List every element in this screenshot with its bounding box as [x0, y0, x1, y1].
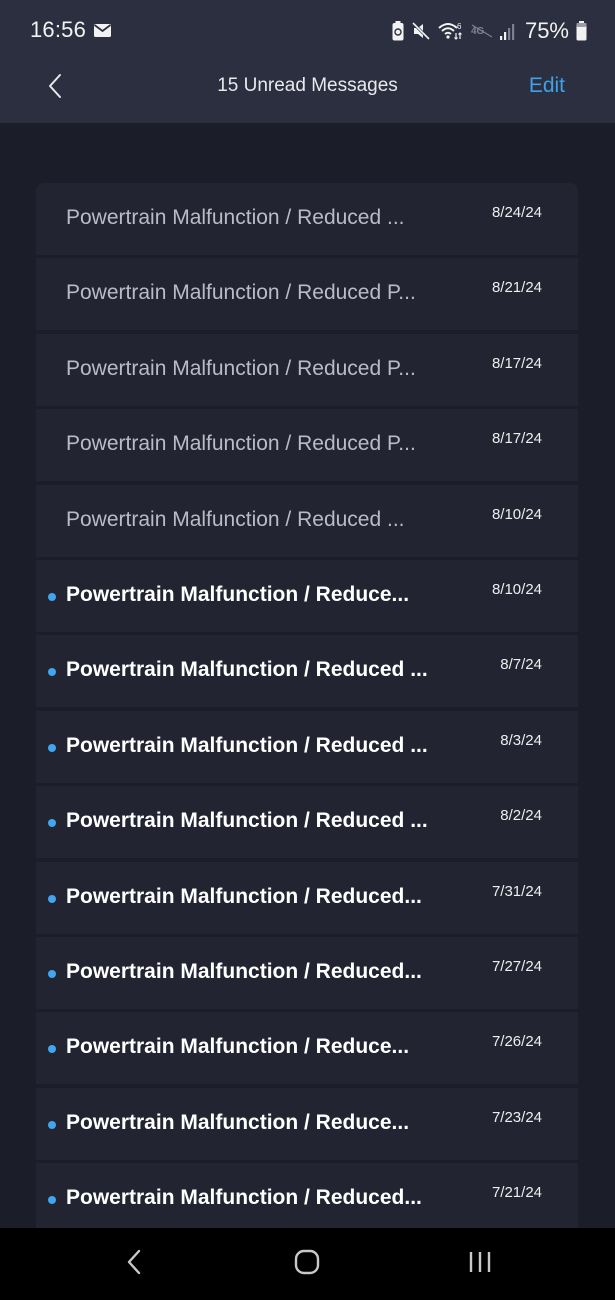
mute-icon	[411, 21, 431, 41]
status-time: 16:56	[30, 17, 87, 42]
unread-dot-icon	[48, 1045, 56, 1054]
message-row[interactable]: Powertrain Malfunction / Reduced P... 8/2…	[36, 258, 578, 331]
message-row[interactable]: Powertrain Malfunction / Reduced... 7/27/…	[36, 936, 578, 1009]
message-subject: Powertrain Malfunction / Reduced...	[66, 959, 422, 983]
message-subject: Powertrain Malfunction / Reduce...	[66, 582, 410, 606]
message-subject: Powertrain Malfunction / Reduce...	[66, 1035, 410, 1059]
message-subject: Powertrain Malfunction / Reduced ...	[66, 658, 428, 682]
message-row[interactable]: Powertrain Malfunction / Reduced ... 8/24…	[36, 183, 578, 255]
svg-text:6: 6	[457, 22, 462, 31]
message-row[interactable]: Powertrain Malfunction / Reduced ... 8/2/…	[36, 786, 578, 859]
message-row[interactable]: Powertrain Malfunction / Reduced... 7/21/…	[36, 1163, 578, 1228]
4g-disabled-icon: 4G	[471, 24, 493, 38]
unread-dot-icon	[48, 668, 56, 677]
wifi-6-icon: 6	[438, 21, 464, 41]
page-title: 15 Unread Messages	[217, 75, 398, 96]
message-date: 7/26/24	[491, 1033, 542, 1051]
unread-dot-icon	[48, 1120, 56, 1129]
message-subject: Powertrain Malfunction / Reduced P...	[66, 356, 416, 380]
system-nav-bar	[0, 1228, 615, 1300]
message-row[interactable]: Powertrain Malfunction / Reduce... 7/26/2…	[36, 1012, 578, 1085]
message-row[interactable]: Powertrain Malfunction / Reduced ... 8/10…	[36, 484, 578, 557]
message-subject: Powertrain Malfunction / Reduced ...	[66, 507, 405, 531]
unread-dot-icon	[48, 894, 56, 903]
unread-dot-icon	[48, 969, 56, 978]
battery-percent: 75%	[524, 18, 569, 43]
message-date: 8/24/24	[491, 204, 542, 221]
message-subject: Powertrain Malfunction / Reduce...	[66, 1110, 410, 1134]
status-icons: 6 4G 75%	[392, 17, 587, 45]
battery-saver-icon	[392, 21, 404, 41]
mail-icon	[93, 24, 112, 37]
message-subject: Powertrain Malfunction / Reduced P...	[66, 281, 416, 305]
unread-dot-icon	[48, 592, 56, 601]
nav-recents-button[interactable]	[460, 1248, 500, 1280]
message-date: 8/3/24	[500, 731, 542, 749]
message-subject: Powertrain Malfunction / Reduced ...	[66, 809, 428, 833]
message-row[interactable]: Powertrain Malfunction / Reduced P... 8/1…	[36, 333, 578, 406]
message-list: Powertrain Malfunction / Reduced ... 8/24…	[36, 183, 578, 1228]
message-date: 8/10/24	[491, 580, 542, 598]
unread-dot-icon	[48, 743, 56, 752]
message-date: 8/7/24	[500, 656, 542, 674]
message-date: 7/23/24	[491, 1108, 542, 1126]
nav-home-button[interactable]	[287, 1248, 327, 1280]
signal-icon	[499, 22, 516, 40]
message-row[interactable]: Powertrain Malfunction / Reduce... 8/10/2…	[36, 559, 578, 632]
message-date: 8/2/24	[500, 807, 542, 825]
message-date: 8/21/24	[491, 279, 542, 297]
message-date: 8/17/24	[491, 354, 542, 372]
top-bar: 16:56 6 4G 75% 15 Unread Messages Edit	[0, 0, 615, 123]
message-row[interactable]: Powertrain Malfunction / Reduced ... 8/3/…	[36, 710, 578, 783]
unread-dot-icon	[48, 1196, 56, 1205]
message-subject: Powertrain Malfunction / Reduced ...	[66, 733, 428, 757]
message-subject: Powertrain Malfunction / Reduced P...	[66, 432, 416, 456]
status-bar: 16:56 6 4G 75%	[0, 0, 615, 60]
message-subject: Powertrain Malfunction / Reduced ...	[66, 206, 405, 229]
message-date: 7/27/24	[491, 957, 542, 975]
message-date: 7/31/24	[491, 882, 542, 900]
message-row[interactable]: Powertrain Malfunction / Reduced P... 8/1…	[36, 409, 578, 482]
message-row[interactable]: Powertrain Malfunction / Reduce... 7/23/2…	[36, 1087, 578, 1160]
back-icon	[126, 1249, 142, 1280]
message-row[interactable]: Powertrain Malfunction / Reduced... 7/31/…	[36, 861, 578, 934]
unread-dot-icon	[48, 819, 56, 828]
message-date: 8/10/24	[491, 505, 542, 523]
recents-icon	[468, 1249, 492, 1280]
nav-back-button[interactable]	[114, 1248, 154, 1280]
message-date: 8/17/24	[491, 430, 542, 448]
message-date: 7/21/24	[491, 1184, 542, 1202]
message-row[interactable]: Powertrain Malfunction / Reduced ... 8/7/…	[36, 635, 578, 708]
message-subject: Powertrain Malfunction / Reduced...	[66, 884, 422, 908]
message-subject: Powertrain Malfunction / Reduced...	[66, 1186, 422, 1210]
home-icon	[294, 1249, 320, 1280]
app-header: 15 Unread Messages Edit	[0, 60, 615, 123]
battery-icon	[576, 21, 587, 41]
edit-button[interactable]: Edit	[529, 74, 565, 98]
